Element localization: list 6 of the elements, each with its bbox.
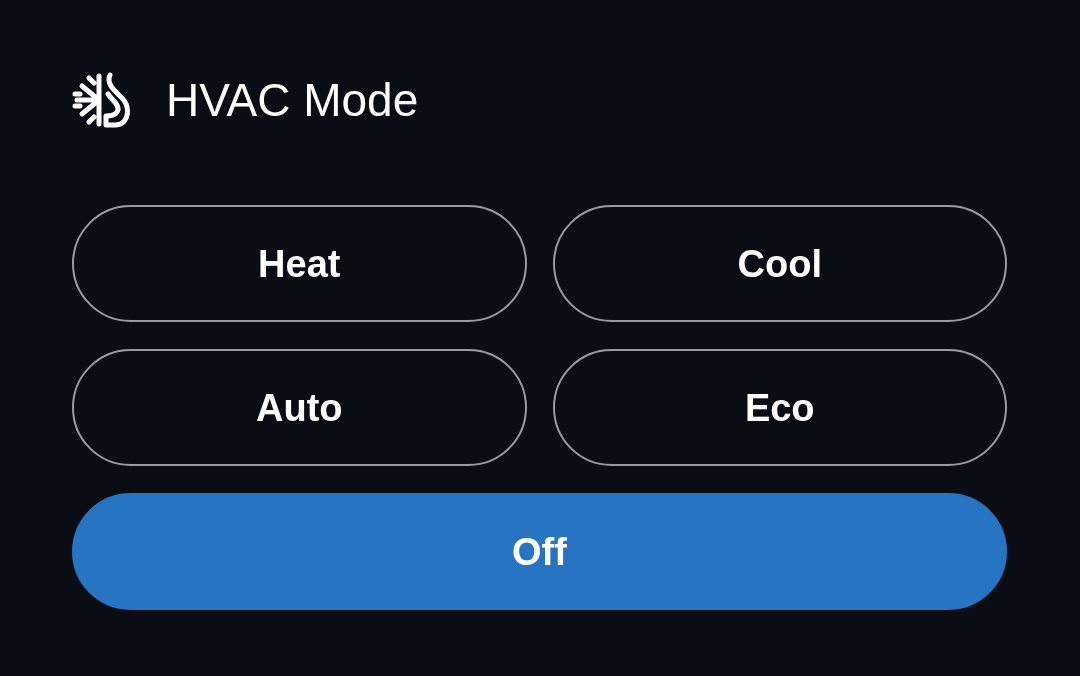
mode-button[interactable]: Eco: [552, 349, 1007, 466]
panel-title: HVAC Mode: [166, 77, 419, 123]
mode-button[interactable]: Cool: [552, 205, 1007, 322]
mode-button[interactable]: Heat: [72, 205, 527, 322]
mode-button[interactable]: Auto: [72, 349, 527, 466]
mode-button[interactable]: Off: [72, 493, 1007, 610]
